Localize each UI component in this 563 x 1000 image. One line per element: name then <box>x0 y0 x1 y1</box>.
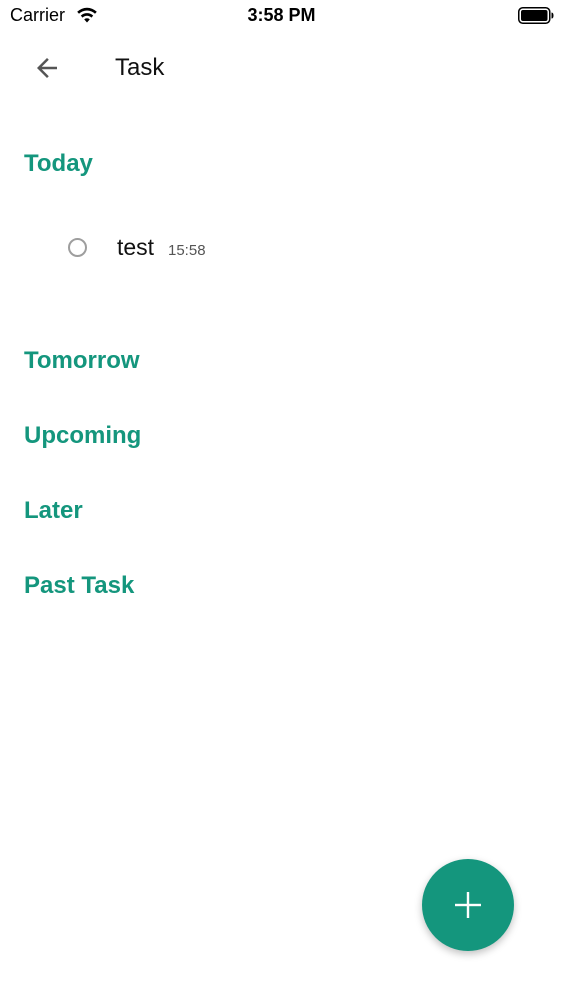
section-header-past-task[interactable]: Past Task <box>24 572 134 600</box>
status-bar: Carrier 3:58 PM <box>0 0 563 32</box>
task-checkbox[interactable] <box>68 238 87 257</box>
battery-icon <box>518 7 554 24</box>
arrow-left-icon <box>37 58 57 78</box>
task-row[interactable]: test 15:58 <box>0 220 563 280</box>
page-title: Task <box>115 54 165 81</box>
section-header-today[interactable]: Today <box>24 150 93 178</box>
add-task-button[interactable] <box>422 859 514 951</box>
section-header-upcoming[interactable]: Upcoming <box>24 422 141 450</box>
section-header-tomorrow[interactable]: Tomorrow <box>24 347 140 375</box>
app-bar: Task <box>0 40 563 96</box>
section-header-later[interactable]: Later <box>24 497 83 525</box>
status-time: 3:58 PM <box>247 5 316 25</box>
back-button[interactable] <box>20 46 74 90</box>
task-time: 15:58 <box>168 242 206 259</box>
task-title: test <box>117 234 155 260</box>
plus-icon <box>455 892 481 918</box>
